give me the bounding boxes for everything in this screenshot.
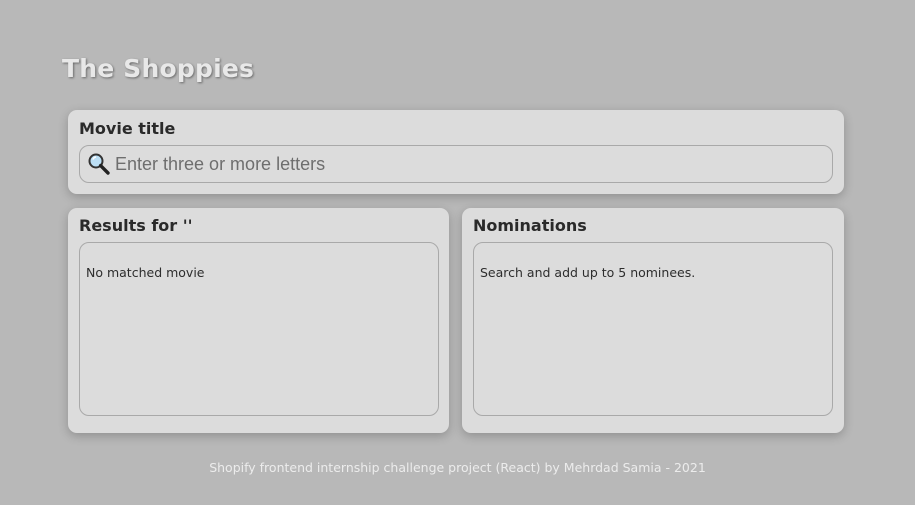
results-list: No matched movie xyxy=(79,242,439,416)
app-title: The Shoppies xyxy=(62,54,255,83)
app-root: The Shoppies Movie title Results for '' … xyxy=(0,0,915,505)
nominations-list: Search and add up to 5 nominees. xyxy=(473,242,833,416)
search-label: Movie title xyxy=(79,119,176,138)
results-card: Results for '' No matched movie xyxy=(68,208,449,433)
search-card: Movie title xyxy=(68,110,844,194)
nominations-title: Nominations xyxy=(473,216,587,235)
search-input[interactable] xyxy=(115,149,832,179)
nominations-empty-message: Search and add up to 5 nominees. xyxy=(480,265,696,280)
footer-credit: Shopify frontend internship challenge pr… xyxy=(209,460,706,475)
results-empty-message: No matched movie xyxy=(86,265,205,280)
nominations-card: Nominations Search and add up to 5 nomin… xyxy=(462,208,844,433)
search-icon xyxy=(86,151,112,177)
results-title: Results for '' xyxy=(79,216,193,235)
search-box[interactable] xyxy=(79,145,833,183)
